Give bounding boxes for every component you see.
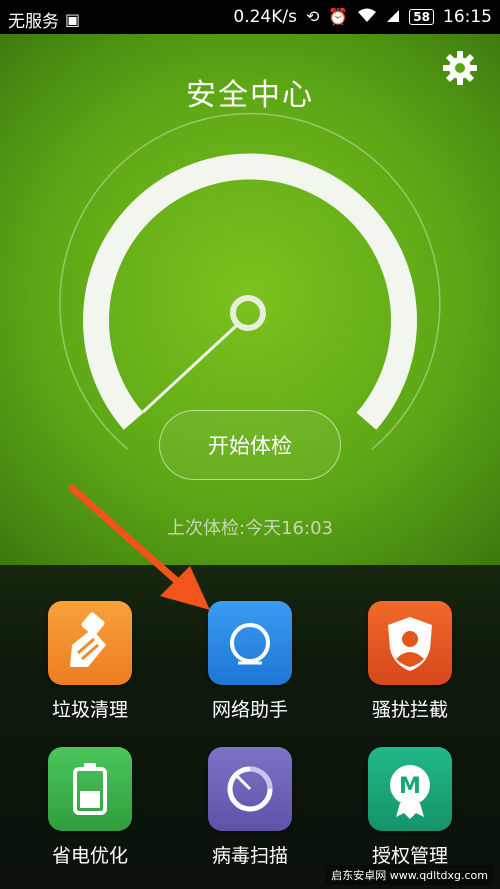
feature-permission-manage[interactable]: M 授权管理	[355, 747, 465, 868]
feature-network-assistant[interactable]: 网络助手	[195, 601, 305, 722]
scan-icon	[208, 747, 292, 831]
feature-label: 垃圾清理	[51, 699, 128, 721]
shield-user-icon	[368, 601, 452, 685]
watermark: 启东安卓网 www.qdltdxg.com	[325, 865, 494, 885]
feature-harassment-block[interactable]: 骚扰拦截	[355, 601, 465, 722]
broom-icon	[48, 601, 132, 685]
gauge-needle	[141, 324, 238, 414]
feature-label: 省电优化	[51, 845, 128, 867]
feature-virus-scan[interactable]: 病毒扫描	[195, 747, 305, 868]
feature-junk-clean[interactable]: 垃圾清理	[35, 601, 145, 722]
gauge-arc	[83, 153, 417, 430]
m-badge-icon: M	[368, 747, 452, 831]
feature-power-saving[interactable]: 省电优化	[35, 747, 145, 868]
svg-text:M: M	[399, 774, 421, 799]
network-ring-icon	[208, 601, 292, 685]
gauge-pivot	[230, 295, 266, 331]
battery-icon	[48, 747, 132, 831]
feature-label: 病毒扫描	[211, 845, 288, 867]
feature-label: 授权管理	[371, 845, 448, 867]
feature-label: 网络助手	[211, 699, 288, 721]
feature-label: 骚扰拦截	[371, 699, 448, 721]
last-check-text: 上次体检:今天16:03	[167, 518, 333, 539]
start-checkup-button[interactable]: 开始体检	[159, 410, 341, 480]
